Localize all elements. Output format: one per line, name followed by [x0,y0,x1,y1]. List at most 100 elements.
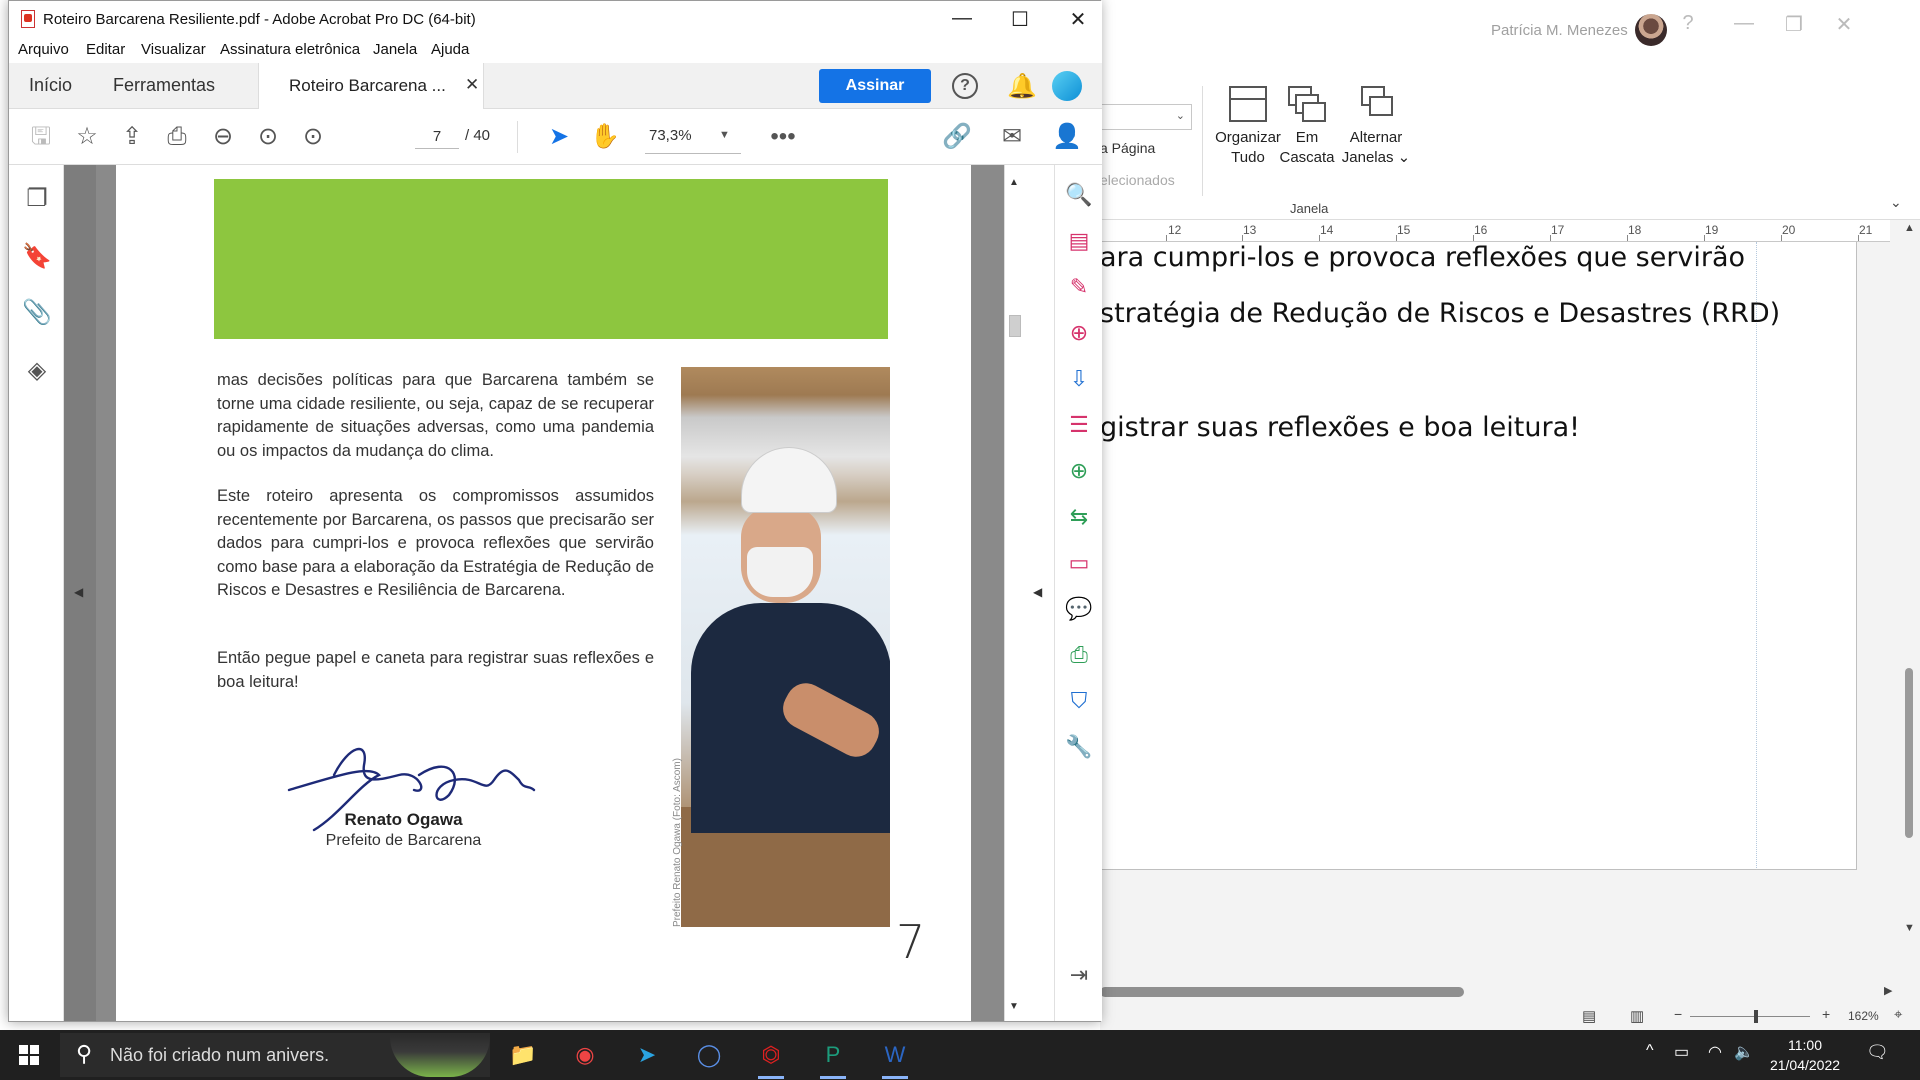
scroll-up-icon[interactable]: ▲ [1904,222,1915,234]
zoom-slider-thumb[interactable] [1754,1010,1758,1023]
cascade-button[interactable]: Em Cascata [1272,86,1342,168]
page-thumbnails-icon[interactable]: ❐ [21,183,53,215]
show-hidden-icons[interactable]: ^ [1646,1042,1654,1060]
print-production-icon[interactable]: ⎙ [1063,639,1095,671]
layers-icon[interactable]: ◈ [21,355,53,387]
more-tools-icon[interactable]: 🔧 [1063,731,1095,763]
restore-button[interactable]: ❐ [1774,12,1814,37]
taskbar-search[interactable]: ⚲ Não foi criado num anivers. [60,1033,490,1077]
select-cursor-icon[interactable]: ➤ [541,119,577,155]
user-name[interactable]: Patrícia M. Menezes [1491,22,1628,39]
switch-windows-button[interactable]: Alternar Janelas ⌄ [1336,86,1416,168]
signal-icon[interactable]: ◯ [684,1035,734,1075]
menu-ajuda[interactable]: Ajuda [431,41,469,58]
wifi-icon[interactable]: ◠ [1708,1042,1722,1062]
notifications-icon[interactable]: 🔔 [1007,72,1037,101]
ribbon-combo[interactable]: ⌄ [1100,104,1192,130]
scroll-right-icon[interactable]: ▶ [1884,984,1892,997]
close-tab-icon[interactable]: ✕ [465,75,479,95]
attachment-icon[interactable]: 📎 [21,297,53,329]
bookmark-icon[interactable]: 🔖 [21,241,53,273]
previous-page-icon[interactable]: ⊙ [250,119,286,155]
fill-sign-icon[interactable]: ✎ [1063,271,1095,303]
create-pdf-icon[interactable]: ⊕ [1063,317,1095,349]
word-taskbar-icon[interactable]: W [870,1035,920,1079]
send-for-review-icon[interactable]: ⊕ [1063,455,1095,487]
vertical-scrollbar[interactable] [1900,220,1920,980]
partial-page-label[interactable]: a Página [1100,140,1155,156]
zoom-level[interactable]: 73,3% [649,127,692,144]
sign-button[interactable]: Assinar [819,69,931,103]
start-button[interactable] [0,1030,56,1080]
close-button[interactable]: ✕ [1055,7,1101,33]
more-tools-icon[interactable]: ••• [765,119,801,155]
collapse-pane-icon[interactable]: ⇥ [1063,959,1095,991]
zoom-level[interactable]: 162% [1848,1009,1879,1023]
zoom-slider[interactable] [1690,1016,1810,1017]
share-link-icon[interactable]: 🔗 [939,119,975,155]
close-button[interactable]: ✕ [1824,12,1864,37]
pdf-page[interactable]: mas decisões políticas para que Barcaren… [116,165,971,1021]
hand-tool-icon[interactable]: ✋ [587,119,623,155]
battery-icon[interactable]: ▭ [1674,1042,1689,1062]
zoom-out-icon[interactable]: ⊖ [205,119,241,155]
menu-editar[interactable]: Editar [86,41,125,58]
email-icon[interactable]: ✉ [994,119,1030,155]
compare-files-icon[interactable]: ⇆ [1063,501,1095,533]
horizontal-scroll-thumb[interactable] [1100,987,1464,997]
pdf-vertical-scrollbar[interactable]: ▲ ▼ [1004,165,1024,1021]
organize-pages-icon[interactable]: ☰ [1063,409,1095,441]
menu-arquivo[interactable]: Arquivo [18,41,69,58]
scroll-up-icon[interactable]: ▲ [1009,177,1019,188]
print-icon[interactable]: ⎙ [159,119,195,155]
chrome-icon[interactable]: ◉ [560,1035,610,1075]
focus-icon[interactable]: ⌖ [1894,1006,1902,1023]
minimize-button[interactable]: — [1724,12,1764,35]
word-document-page[interactable]: ara cumpri-los e provoca reflexões que s… [1100,242,1857,870]
export-pdf-icon[interactable]: ▤ [1063,225,1095,257]
combine-files-icon[interactable]: ⇩ [1063,363,1095,395]
page-number-input[interactable]: 7 [415,125,459,149]
comment-icon[interactable]: 💬 [1063,593,1095,625]
print-layout-icon[interactable]: ▤ [1582,1007,1596,1025]
maximize-button[interactable]: ☐ [997,7,1043,33]
tab-tools[interactable]: Ferramentas [113,75,215,96]
pdf-scroll-thumb[interactable] [1009,315,1021,337]
account-icon[interactable] [1052,71,1082,101]
expand-right-icon[interactable]: ◀ [1033,585,1042,599]
read-mode-icon[interactable]: ▥ [1630,1007,1644,1025]
zoom-in-icon[interactable]: + [1822,1006,1830,1022]
next-page-icon[interactable]: ⊙ [295,119,331,155]
right-collapse-strip[interactable]: ◀ [1024,165,1054,1021]
vertical-scroll-thumb[interactable] [1905,668,1913,838]
minimize-button[interactable]: — [939,7,985,33]
upload-icon[interactable]: ⇪ [114,119,150,155]
protect-icon[interactable]: ⛉ [1063,685,1095,717]
clock[interactable]: 11:00 21/04/2022 [1760,1035,1850,1075]
scroll-down-icon[interactable]: ▼ [1009,1001,1019,1012]
volume-icon[interactable]: 🔈 [1734,1042,1754,1062]
publisher-icon[interactable]: P [808,1035,858,1079]
compress-pdf-icon[interactable]: ▭ [1063,547,1095,579]
add-user-icon[interactable]: 👤 [1049,119,1085,155]
telegram-icon[interactable]: ➤ [622,1035,672,1075]
file-explorer-icon[interactable]: 📁 [498,1035,548,1075]
menu-assinatura[interactable]: Assinatura eletrônica [220,41,360,58]
scroll-down-icon[interactable]: ▼ [1904,922,1915,934]
collapse-ribbon-icon[interactable]: ⌄ [1890,194,1902,211]
expand-left-icon[interactable]: ◀ [74,585,83,599]
menu-janela[interactable]: Janela [373,41,417,58]
zoom-out-icon[interactable]: − [1674,1006,1682,1022]
save-icon[interactable]: 🖫 [23,119,59,155]
acrobat-taskbar-icon[interactable]: ⏣ [746,1035,796,1079]
help-icon[interactable]: ? [952,73,978,99]
notifications-icon[interactable]: 🗨 [1866,1042,1889,1063]
help-icon[interactable]: ? [1668,12,1708,35]
avatar[interactable] [1635,14,1667,46]
zoom-dropdown-icon[interactable]: ▼ [719,129,730,141]
star-icon[interactable]: ☆ [69,119,105,155]
left-collapse-strip[interactable]: ◀ [64,165,96,1021]
tab-document[interactable]: Roteiro Barcarena ... ✕ [258,63,484,109]
tab-home[interactable]: Início [29,75,72,96]
search-zoom-icon[interactable]: 🔍 [1063,179,1095,211]
